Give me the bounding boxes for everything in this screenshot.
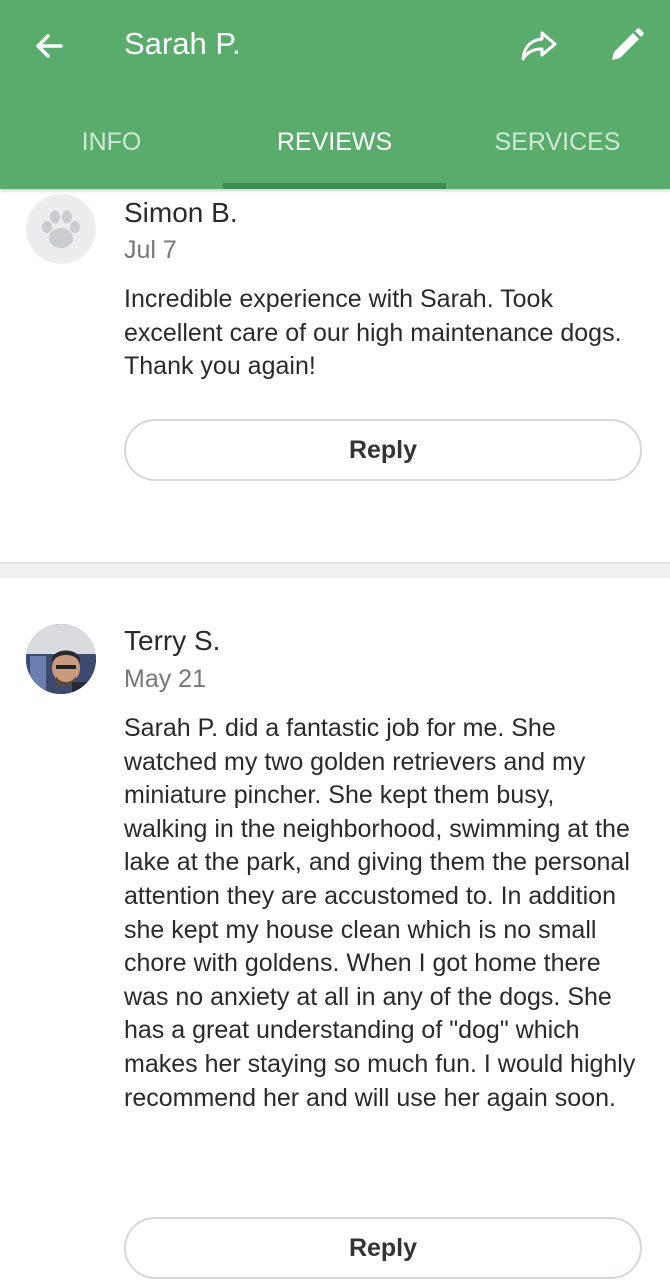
review-divider [0, 562, 670, 578]
active-tab-indicator [223, 183, 446, 189]
edit-button[interactable] [604, 24, 648, 68]
paw-icon [42, 210, 80, 248]
share-icon [521, 31, 557, 61]
review-date: Jul 7 [124, 236, 177, 264]
user-photo-avatar [26, 624, 96, 694]
tab-services[interactable]: SERVICES [446, 122, 669, 162]
avatar [26, 194, 96, 264]
reply-button[interactable]: Reply [124, 419, 642, 481]
reply-button[interactable]: Reply [124, 1217, 642, 1279]
pencil-icon [612, 28, 644, 60]
reviewer-name: Terry S. [124, 625, 221, 656]
back-button[interactable] [30, 26, 70, 66]
reviewer-name: Simon B. [124, 197, 238, 228]
review-date: May 21 [124, 665, 206, 693]
share-button[interactable] [518, 24, 562, 68]
arrow-left-icon [36, 34, 63, 58]
tab-info[interactable]: INFO [0, 122, 223, 162]
review-text: Sarah P. did a fantastic job for me. She… [124, 714, 636, 1112]
page-title: Sarah P. [124, 26, 241, 61]
avatar [26, 624, 96, 694]
tab-reviews[interactable]: REVIEWS [223, 122, 446, 162]
app-header: Sarah P. INFO REVIEWS SERVICES [0, 0, 670, 189]
review-text: Incredible experience with Sarah. Took e… [124, 285, 622, 381]
